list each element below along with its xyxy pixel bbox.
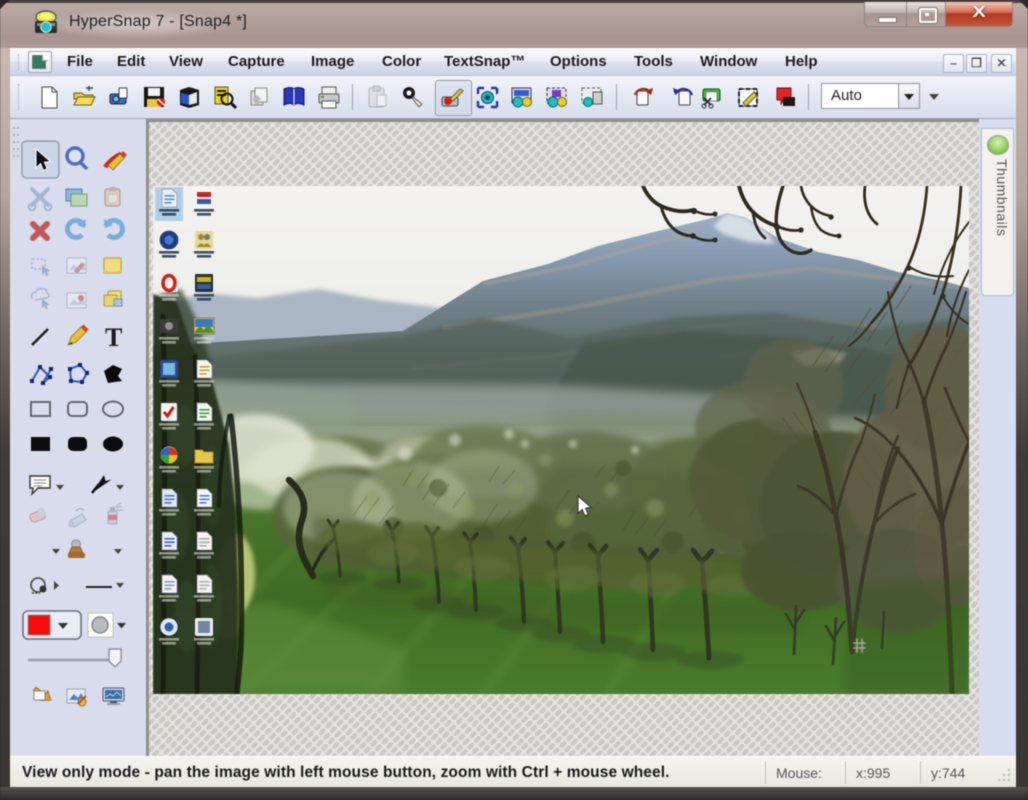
svg-text:T: T xyxy=(105,323,122,352)
